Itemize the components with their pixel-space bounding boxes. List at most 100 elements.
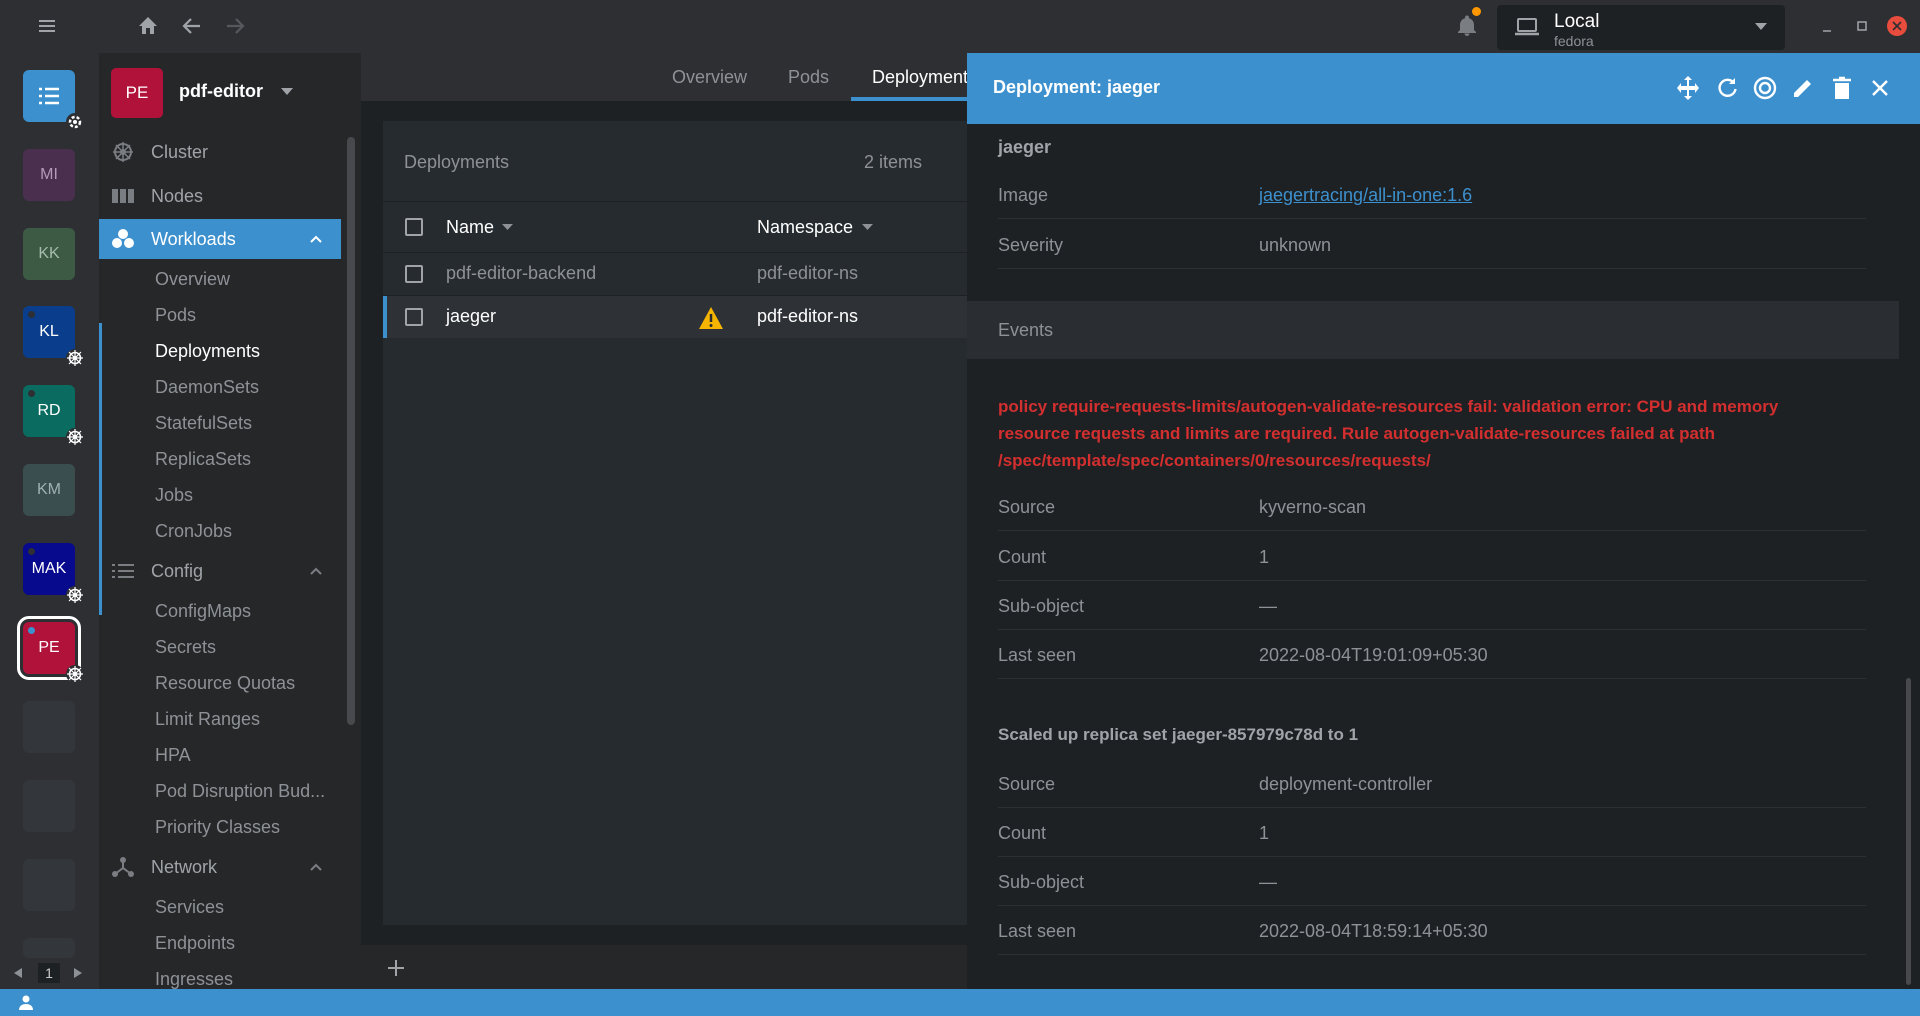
sort-caret-icon[interactable] <box>862 224 873 231</box>
close-icon[interactable] <box>1867 75 1893 101</box>
sidebar-item-network[interactable]: Network <box>99 847 341 887</box>
container-name: jaeger <box>998 137 1052 157</box>
column-header-name[interactable]: Name <box>446 217 494 238</box>
bell-icon[interactable] <box>1455 7 1481 38</box>
drawer-scrollbar[interactable] <box>1906 678 1911 985</box>
sidebar-subitem-endpoints[interactable]: Endpoints <box>155 933 235 954</box>
sidebar-item-config[interactable]: Config <box>99 551 341 591</box>
sidebar-subitem-resource-quotas[interactable]: Resource Quotas <box>155 673 295 694</box>
hotbar-cluster-kl[interactable]: KL <box>23 306 84 367</box>
delete-trash-icon[interactable] <box>1829 75 1855 101</box>
move-icon[interactable] <box>1675 75 1701 101</box>
kubernetes-icon <box>66 428 84 446</box>
status-dot <box>28 390 35 397</box>
select-all-checkbox[interactable] <box>405 218 423 236</box>
hotbar-empty-slot[interactable] <box>23 780 75 832</box>
cluster-header[interactable]: PE pdf-editor <box>99 53 361 129</box>
sidebar-subitem-secrets[interactable]: Secrets <box>155 637 216 658</box>
sidebar-subitem-services[interactable]: Services <box>155 897 224 918</box>
sidebar-label: Nodes <box>151 185 204 206</box>
network-icon <box>112 857 134 877</box>
home-icon[interactable] <box>136 14 160 38</box>
scale-icon[interactable] <box>1752 75 1778 101</box>
hotbar-label: MAK <box>31 560 67 577</box>
catalog-button[interactable] <box>23 70 84 131</box>
row-checkbox[interactable] <box>405 265 423 283</box>
tab-pods[interactable]: Pods <box>788 67 829 88</box>
hotbar-empty-slot[interactable] <box>23 701 75 753</box>
back-arrow-icon[interactable] <box>180 14 204 38</box>
context-name: Local <box>1554 11 1600 32</box>
sidebar-subitem-jobs[interactable]: Jobs <box>155 485 193 506</box>
sidebar-item-cluster[interactable]: Cluster <box>99 132 341 172</box>
maximize-icon[interactable] <box>1850 14 1874 38</box>
menu-icon[interactable] <box>35 14 59 38</box>
arrow-right-icon[interactable] <box>74 968 82 978</box>
hotbar-cluster-kk[interactable]: KK <box>23 228 75 280</box>
event-message-error: policy require-requests-limits/autogen-v… <box>998 397 1779 470</box>
cluster-name: pdf-editor <box>179 81 263 101</box>
tab-overview[interactable]: Overview <box>672 67 747 88</box>
context-selector[interactable]: Local fedora <box>1497 5 1785 50</box>
user-icon[interactable] <box>18 994 34 1010</box>
hotbar-label: MI <box>40 166 58 183</box>
sidebar-subitem-priority-classes[interactable]: Priority Classes <box>155 817 280 838</box>
sort-caret-icon[interactable] <box>502 224 513 231</box>
gear-icon <box>66 113 84 131</box>
hotbar-label: KL <box>39 323 59 340</box>
warning-icon[interactable] <box>698 306 724 330</box>
hotbar-empty-slot[interactable] <box>23 859 75 911</box>
tab-deployments[interactable]: Deployment <box>872 67 968 88</box>
restart-icon[interactable] <box>1714 75 1740 101</box>
sidebar-subitem-pods[interactable]: Pods <box>155 305 196 326</box>
sidebar-subitem-pod-disruption-budgets[interactable]: Pod Disruption Bud... <box>155 781 325 802</box>
hotbar-empty-slot[interactable] <box>23 938 75 958</box>
minimize-icon[interactable] <box>1815 14 1839 38</box>
kubernetes-icon <box>66 349 84 367</box>
hotbar-cluster-pe[interactable]: PE <box>17 616 84 683</box>
image-link[interactable]: jaegertracing/all-in-one:1.6 <box>1259 185 1472 206</box>
event-lastseen-value: 2022-08-04T18:59:14+05:30 <box>1259 921 1488 941</box>
list-item-count: 2 items <box>864 152 923 172</box>
sidebar-scrollbar[interactable] <box>347 137 355 725</box>
sidebar-subitem-daemonsets[interactable]: DaemonSets <box>155 377 259 398</box>
severity-label: Severity <box>998 235 1064 255</box>
top-bar: Local fedora <box>0 0 1920 53</box>
active-tab-indicator <box>851 97 967 101</box>
hotbar-cluster-rd[interactable]: RD <box>23 385 84 446</box>
sidebar-subitem-ingresses[interactable]: Ingresses <box>155 969 233 989</box>
column-header-namespace[interactable]: Namespace <box>757 217 853 238</box>
forward-arrow-icon[interactable] <box>223 14 247 38</box>
sidebar-subitem-cronjobs[interactable]: CronJobs <box>155 521 232 542</box>
sidebar-item-workloads[interactable]: Workloads <box>99 219 341 259</box>
hotbar-cluster-km[interactable]: KM <box>23 464 75 516</box>
config-list-icon <box>112 564 134 578</box>
close-window-icon[interactable] <box>1885 14 1909 38</box>
sidebar-item-nodes[interactable]: Nodes <box>99 176 341 216</box>
sidebar-label: Config <box>151 560 204 581</box>
sidebar-subitem-deployments[interactable]: Deployments <box>155 341 260 362</box>
sidebar-subitem-overview[interactable]: Overview <box>155 269 230 290</box>
cell-name: pdf-editor-backend <box>446 263 597 283</box>
sidebar-subitem-statefulsets[interactable]: StatefulSets <box>155 413 252 434</box>
divider <box>998 218 1866 219</box>
row-checkbox[interactable] <box>405 308 423 326</box>
sidebar-subitem-limit-ranges[interactable]: Limit Ranges <box>155 709 260 730</box>
hotbar-cluster-mi[interactable]: MI <box>23 149 75 201</box>
event-lastseen-label: Last seen <box>998 645 1077 665</box>
arrow-left-icon[interactable] <box>14 968 22 978</box>
plus-icon[interactable] <box>387 959 405 977</box>
status-dot <box>28 548 35 555</box>
sidebar-subitem-replicasets[interactable]: ReplicaSets <box>155 449 251 470</box>
sidebar-subitem-configmaps[interactable]: ConfigMaps <box>155 601 251 622</box>
sidebar: PE pdf-editor Cluster Nodes Workloads Ov… <box>99 53 361 989</box>
status-dot <box>28 627 35 634</box>
sidebar-label: Workloads <box>151 228 236 249</box>
event-source-value: deployment-controller <box>1259 774 1433 794</box>
sidebar-subitem-hpa[interactable]: HPA <box>155 745 191 766</box>
edit-pencil-icon[interactable] <box>1790 75 1816 101</box>
sidebar-label: Network <box>151 856 218 877</box>
divider <box>998 580 1866 581</box>
tab-bar: Overview Pods Deployment <box>361 53 968 101</box>
hotbar-cluster-mak[interactable]: MAK <box>23 543 84 604</box>
